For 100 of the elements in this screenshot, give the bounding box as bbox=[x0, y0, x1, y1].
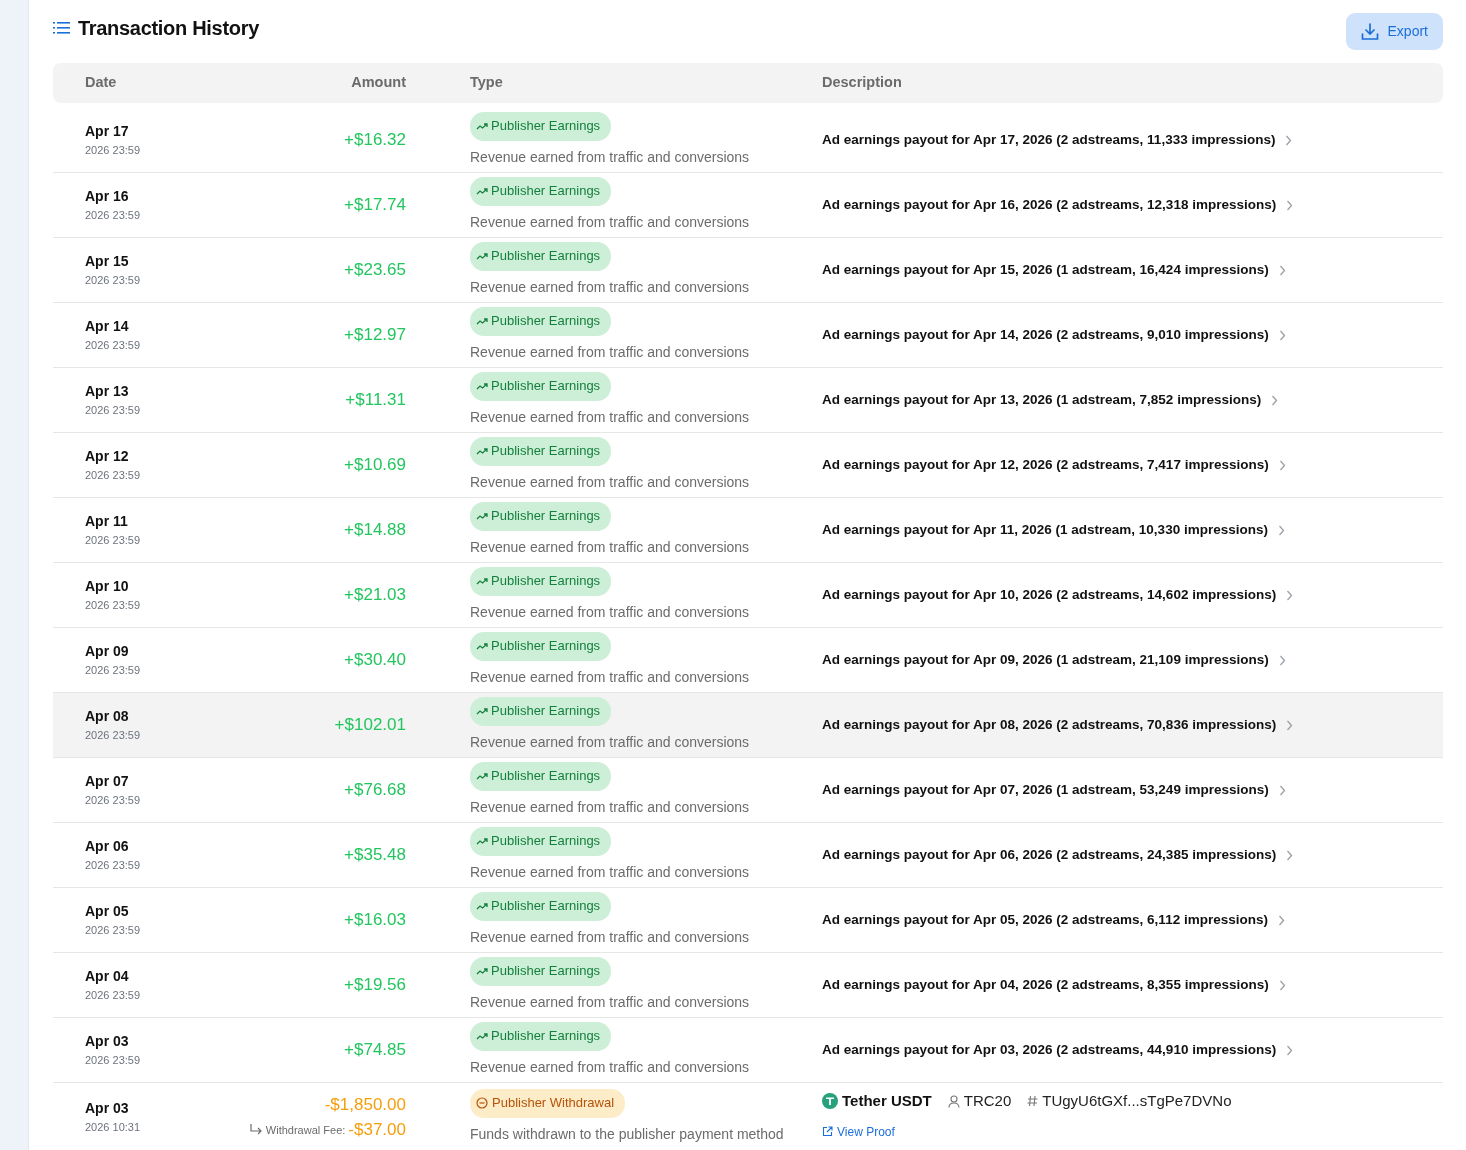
type-description: Revenue earned from traffic and conversions bbox=[470, 667, 750, 687]
type-description: Revenue earned from traffic and conversions bbox=[470, 342, 750, 362]
chevron-right-icon bbox=[1278, 459, 1286, 471]
time-text: 2026 23:59 bbox=[85, 793, 141, 809]
amount-text: +$17.74 bbox=[344, 194, 406, 217]
type-badge: Publisher Earnings bbox=[470, 307, 612, 336]
trend-icon bbox=[476, 511, 488, 521]
amount-text: +$74.85 bbox=[344, 1039, 406, 1062]
time-text: 2026 23:59 bbox=[85, 338, 141, 354]
table-row[interactable]: Apr 07 2026 23:59 +$76.68 Publisher Earnings Revenue earned from traffic and conversions Ad earnings payout for Apr 07, 2026 (1 adstream, 53,249 impressions) bbox=[53, 758, 1443, 823]
amount-text: +$30.40 bbox=[344, 649, 406, 672]
description-text: Ad earnings payout for Apr 11, 2026 (1 adstream, 10,330 impressions) bbox=[822, 520, 1268, 539]
table-row[interactable]: Apr 04 2026 23:59 +$19.56 Publisher Earnings Revenue earned from traffic and conversions Ad earnings payout for Apr 04, 2026 (2 adstreams, 8,355 impressions) bbox=[53, 953, 1443, 1018]
type-description: Revenue earned from traffic and conversions bbox=[470, 407, 750, 427]
time-text: 2026 23:59 bbox=[85, 923, 141, 939]
time-text: 2026 23:59 bbox=[85, 858, 141, 874]
type-badge: Publisher Earnings bbox=[470, 502, 612, 531]
chevron-right-icon bbox=[1278, 329, 1286, 341]
type-description: Revenue earned from traffic and conversions bbox=[470, 992, 750, 1012]
list-icon bbox=[53, 21, 70, 35]
fee-amount: -$37.00 bbox=[348, 1119, 406, 1141]
date-text: Apr 13 bbox=[85, 382, 129, 402]
time-text: 2026 23:59 bbox=[85, 598, 141, 614]
type-badge: Publisher Earnings bbox=[470, 827, 612, 856]
chevron-right-icon bbox=[1286, 1044, 1294, 1056]
date-text: Apr 07 bbox=[85, 772, 129, 792]
description-text: Ad earnings payout for Apr 04, 2026 (2 adstreams, 8,355 impressions) bbox=[822, 975, 1269, 994]
view-proof-link[interactable]: View Proof bbox=[822, 1122, 895, 1141]
table-row[interactable]: Apr 12 2026 23:59 +$10.69 Publisher Earnings Revenue earned from traffic and conversions Ad earnings payout for Apr 12, 2026 (2 adstreams, 7,417 impressions) bbox=[53, 433, 1443, 498]
export-button[interactable]: Export bbox=[1345, 13, 1443, 50]
time-text: 2026 23:59 bbox=[85, 403, 141, 419]
trend-icon bbox=[476, 901, 488, 911]
chevron-right-icon bbox=[1278, 979, 1286, 991]
table-row[interactable]: Apr 08 2026 23:59 +$102.01 Publisher Earnings Revenue earned from traffic and conversions Ad earnings payout for Apr 08, 2026 (2 adstreams, 70,836 impressions) bbox=[53, 693, 1443, 758]
fee-label: Withdrawal Fee: bbox=[265, 1122, 346, 1138]
type-badge: Publisher Earnings bbox=[470, 762, 612, 791]
date-text: Apr 04 bbox=[85, 967, 129, 987]
chevron-right-icon bbox=[1277, 914, 1285, 926]
table-row[interactable]: Apr 11 2026 23:59 +$14.88 Publisher Earnings Revenue earned from traffic and conversions Ad earnings payout for Apr 11, 2026 (1 adstream, 10,330 impressions) bbox=[53, 498, 1443, 563]
chevron-right-icon bbox=[1277, 524, 1285, 536]
amount-text: +$10.69 bbox=[344, 454, 406, 477]
type-description: Revenue earned from traffic and conversions bbox=[470, 537, 750, 557]
amount-text: +$76.68 bbox=[344, 779, 406, 802]
table-row[interactable]: Apr 06 2026 23:59 +$35.48 Publisher Earnings Revenue earned from traffic and conversions Ad earnings payout for Apr 06, 2026 (2 adstreams, 24,385 impressions) bbox=[53, 823, 1443, 888]
description-text: Ad earnings payout for Apr 09, 2026 (1 adstream, 21,109 impressions) bbox=[822, 650, 1269, 669]
trend-icon bbox=[476, 706, 488, 716]
table-row[interactable]: Apr 03 2026 10:31 -$1,850.00 Withdrawal Fee: -$37.00 Publisher Withdrawal Funds withdrawn to the publisher payment method Tether USDT TRC20 TUgyU6tGXf...sTgPe7DVNo View Proof bbox=[53, 1083, 1443, 1150]
column-header: Date bbox=[84, 73, 118, 93]
trend-icon bbox=[476, 121, 488, 131]
column-header: Type bbox=[469, 73, 504, 93]
type-badge: Publisher Earnings bbox=[470, 632, 612, 661]
table-row[interactable]: Apr 10 2026 23:59 +$21.03 Publisher Earnings Revenue earned from traffic and conversions Ad earnings payout for Apr 10, 2026 (2 adstreams, 14,602 impressions) bbox=[53, 563, 1443, 628]
amount-text: +$23.65 bbox=[344, 259, 406, 282]
type-description: Revenue earned from traffic and conversions bbox=[470, 732, 750, 752]
external-link-icon bbox=[822, 1126, 833, 1138]
table-row[interactable]: Apr 13 2026 23:59 +$11.31 Publisher Earnings Revenue earned from traffic and conversions Ad earnings payout for Apr 13, 2026 (1 adstream, 7,852 impressions) bbox=[53, 368, 1443, 433]
time-text: 2026 23:59 bbox=[85, 1053, 141, 1069]
table-row[interactable]: Apr 17 2026 23:59 +$16.32 Publisher Earnings Revenue earned from traffic and conversions Ad earnings payout for Apr 17, 2026 (2 adstreams, 11,333 impressions) bbox=[53, 108, 1443, 173]
amount-text: +$35.48 bbox=[344, 844, 406, 867]
table-row[interactable]: Apr 05 2026 23:59 +$16.03 Publisher Earnings Revenue earned from traffic and conversions Ad earnings payout for Apr 05, 2026 (2 adstreams, 6,112 impressions) bbox=[53, 888, 1443, 953]
chevron-right-icon bbox=[1286, 719, 1294, 731]
type-description: Funds withdrawn to the publisher payment method bbox=[470, 1124, 784, 1144]
type-badge: Publisher Earnings bbox=[470, 242, 612, 271]
description-text: Ad earnings payout for Apr 06, 2026 (2 adstreams, 24,385 impressions) bbox=[822, 845, 1277, 864]
date-text: Apr 17 bbox=[85, 122, 129, 142]
date-text: Apr 12 bbox=[85, 447, 129, 467]
time-text: 2026 23:59 bbox=[85, 208, 141, 224]
date-text: Apr 14 bbox=[85, 317, 129, 337]
description-text: Ad earnings payout for Apr 14, 2026 (2 adstreams, 9,010 impressions) bbox=[822, 325, 1269, 344]
table-row[interactable]: Apr 16 2026 23:59 +$17.74 Publisher Earnings Revenue earned from traffic and conversions Ad earnings payout for Apr 16, 2026 (2 adstreams, 12,318 impressions) bbox=[53, 173, 1443, 238]
type-badge: Publisher Earnings bbox=[470, 957, 612, 986]
date-text: Apr 03 bbox=[85, 1099, 129, 1119]
date-text: Apr 15 bbox=[85, 252, 129, 272]
minus-circle-icon bbox=[476, 1097, 488, 1109]
description-text: Ad earnings payout for Apr 05, 2026 (2 adstreams, 6,112 impressions) bbox=[822, 910, 1268, 929]
trend-icon bbox=[476, 576, 488, 586]
chevron-right-icon bbox=[1286, 589, 1294, 601]
table-row[interactable]: Apr 14 2026 23:59 +$12.97 Publisher Earnings Revenue earned from traffic and conversions Ad earnings payout for Apr 14, 2026 (2 adstreams, 9,010 impressions) bbox=[53, 303, 1443, 368]
trend-icon bbox=[476, 446, 488, 456]
description-text: Ad earnings payout for Apr 07, 2026 (1 adstream, 53,249 impressions) bbox=[822, 780, 1269, 799]
chevron-right-icon bbox=[1285, 134, 1293, 146]
type-badge: Publisher Earnings bbox=[470, 567, 612, 596]
download-icon bbox=[1360, 22, 1379, 41]
trend-icon bbox=[476, 836, 488, 846]
type-description: Revenue earned from traffic and conversions bbox=[470, 862, 750, 882]
network-text: TRC20 bbox=[963, 1090, 1012, 1111]
table-row[interactable]: Apr 03 2026 23:59 +$74.85 Publisher Earnings Revenue earned from traffic and conversions Ad earnings payout for Apr 03, 2026 (2 adstreams, 44,910 impressions) bbox=[53, 1018, 1443, 1083]
amount-text: -$1,850.00 bbox=[324, 1093, 406, 1116]
time-text: 2026 23:59 bbox=[85, 728, 141, 744]
address-text: TUgyU6tGXf...sTgPe7DVNo bbox=[1042, 1090, 1232, 1111]
amount-text: +$11.31 bbox=[345, 389, 406, 412]
amount-text: +$12.97 bbox=[344, 324, 406, 347]
table-row[interactable]: Apr 15 2026 23:59 +$23.65 Publisher Earnings Revenue earned from traffic and conversions Ad earnings payout for Apr 15, 2026 (1 adstream, 16,424 impressions) bbox=[53, 238, 1443, 303]
time-text: 2026 23:59 bbox=[85, 143, 141, 159]
trend-icon bbox=[476, 186, 488, 196]
chevron-right-icon bbox=[1278, 264, 1286, 276]
column-header: Description bbox=[822, 73, 903, 93]
date-text: Apr 11 bbox=[85, 512, 128, 532]
time-text: 2026 23:59 bbox=[85, 533, 141, 549]
page-title: Transaction History bbox=[78, 16, 260, 40]
